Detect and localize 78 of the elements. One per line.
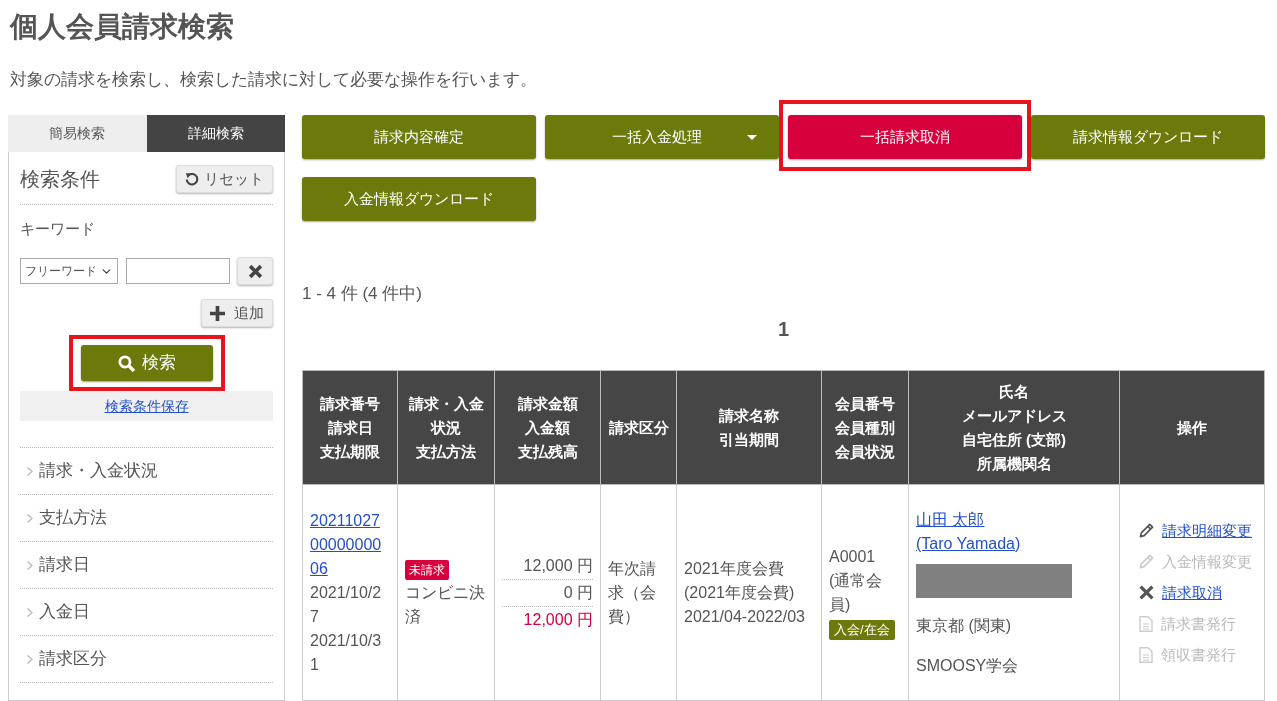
- document-icon: [1139, 615, 1153, 632]
- cross-icon: [1139, 585, 1154, 600]
- document-icon: [1139, 646, 1153, 663]
- header-label: 会員状況: [834, 441, 896, 462]
- billing-date: 2021/10/27: [310, 582, 383, 627]
- pencil-icon: [1139, 554, 1154, 569]
- header-label: 所属機関名: [975, 453, 1053, 474]
- header-label: 氏名: [998, 381, 1030, 402]
- toolbar-button[interactable]: 一括入金処理: [545, 115, 779, 159]
- filter-item[interactable]: 支払方法: [20, 495, 273, 542]
- add-button[interactable]: 追加: [201, 299, 273, 327]
- status-badge: 未請求: [405, 559, 449, 580]
- header-label: 請求番号: [319, 393, 381, 414]
- panel-title: 検索条件: [20, 167, 100, 192]
- save-conditions-link[interactable]: 検索条件保存: [104, 395, 189, 417]
- header-label: 支払方法: [415, 441, 477, 462]
- member-status-badge: 入会/在会: [829, 619, 895, 640]
- reset-icon: [185, 172, 199, 186]
- header-label: 支払期限: [319, 441, 381, 462]
- header-label: 請求日: [326, 417, 374, 438]
- amount-text: 12,000 円: [523, 556, 593, 574]
- header-label: 会員種別: [834, 417, 896, 438]
- search-tab[interactable]: 簡易検索: [8, 115, 147, 152]
- allocation-period: 2021/04-2022/03: [684, 606, 806, 627]
- page-description: 対象の請求を検索し、検索した請求に対して必要な操作を行います。: [10, 69, 537, 91]
- clear-button[interactable]: [237, 257, 273, 285]
- header-label: 状況: [429, 417, 462, 438]
- search-button[interactable]: 検索: [80, 345, 213, 381]
- search-icon: [117, 354, 135, 372]
- search-tab[interactable]: 詳細検索: [146, 115, 285, 152]
- close-icon: [247, 263, 263, 279]
- toolbar-button[interactable]: 請求情報ダウンロード: [1031, 115, 1265, 159]
- keyword-select[interactable]: フリーワード: [20, 258, 118, 284]
- reset-button[interactable]: リセット: [176, 165, 273, 193]
- claim-subname: (2021年度会費): [684, 582, 796, 603]
- amount-text: 0 円: [563, 583, 593, 601]
- claim-name: 2021年度会費: [684, 558, 785, 579]
- header-label: 自宅住所 (支部): [960, 429, 1068, 450]
- header-label: 会員番号: [834, 393, 896, 414]
- operation-label: 入金情報変更: [1162, 551, 1252, 572]
- header-label: 操作: [1176, 417, 1208, 438]
- header-label: メールアドレス: [960, 405, 1068, 426]
- filter-item[interactable]: 請求区分: [20, 636, 273, 683]
- keyword-input[interactable]: [126, 258, 230, 284]
- invoice-number-link[interactable]: 202110270000000006: [310, 508, 387, 581]
- pencil-icon: [1139, 523, 1154, 538]
- payment-method: コンビニ決済: [405, 582, 486, 627]
- header-label: 請求金額: [516, 393, 579, 414]
- operation-label: 領収書発行: [1161, 644, 1236, 665]
- header-label: 入金額: [524, 417, 571, 438]
- operation-label: 請求書発行: [1161, 613, 1236, 634]
- caret-down-icon: [747, 134, 757, 140]
- organization-name: SMOOSY学会: [916, 656, 1019, 674]
- toolbar-button[interactable]: 一括請求取消: [788, 115, 1022, 159]
- plus-icon: [210, 305, 225, 321]
- filter-item[interactable]: 入金日: [20, 589, 273, 636]
- filter-item[interactable]: 請求日: [20, 542, 273, 589]
- header-label: 引当期間: [718, 429, 780, 450]
- result-count: 1 - 4 件 (4 件中): [302, 283, 422, 305]
- billing-type: 年次請求（会費）: [608, 559, 656, 625]
- operation-link[interactable]: 請求明細変更: [1162, 518, 1252, 543]
- filter-item[interactable]: 請求・入金状況: [20, 448, 273, 495]
- header-label: 請求・入金: [407, 393, 485, 414]
- page-title: 個人会員請求検索: [8, 10, 234, 44]
- operation-link[interactable]: 請求取消: [1162, 580, 1222, 605]
- address-text: 東京都 (関東): [916, 616, 1012, 634]
- header-label: 請求区分: [607, 417, 670, 438]
- toolbar-button[interactable]: 入金情報ダウンロード: [302, 177, 536, 221]
- member-name-link[interactable]: 山田 太郎 (Taro Yamada): [916, 507, 1021, 556]
- due-date: 2021/10/31: [310, 630, 383, 675]
- header-label: 請求名称: [718, 405, 780, 426]
- toolbar-button[interactable]: 請求内容確定: [302, 115, 536, 159]
- amount-text: 12,000 円: [523, 610, 593, 628]
- member-number: A0001: [829, 546, 877, 567]
- member-type: (通常会員): [829, 570, 884, 615]
- keyword-label: キーワード: [20, 219, 95, 239]
- header-label: 支払残高: [516, 441, 579, 462]
- page-number: 1: [777, 317, 790, 342]
